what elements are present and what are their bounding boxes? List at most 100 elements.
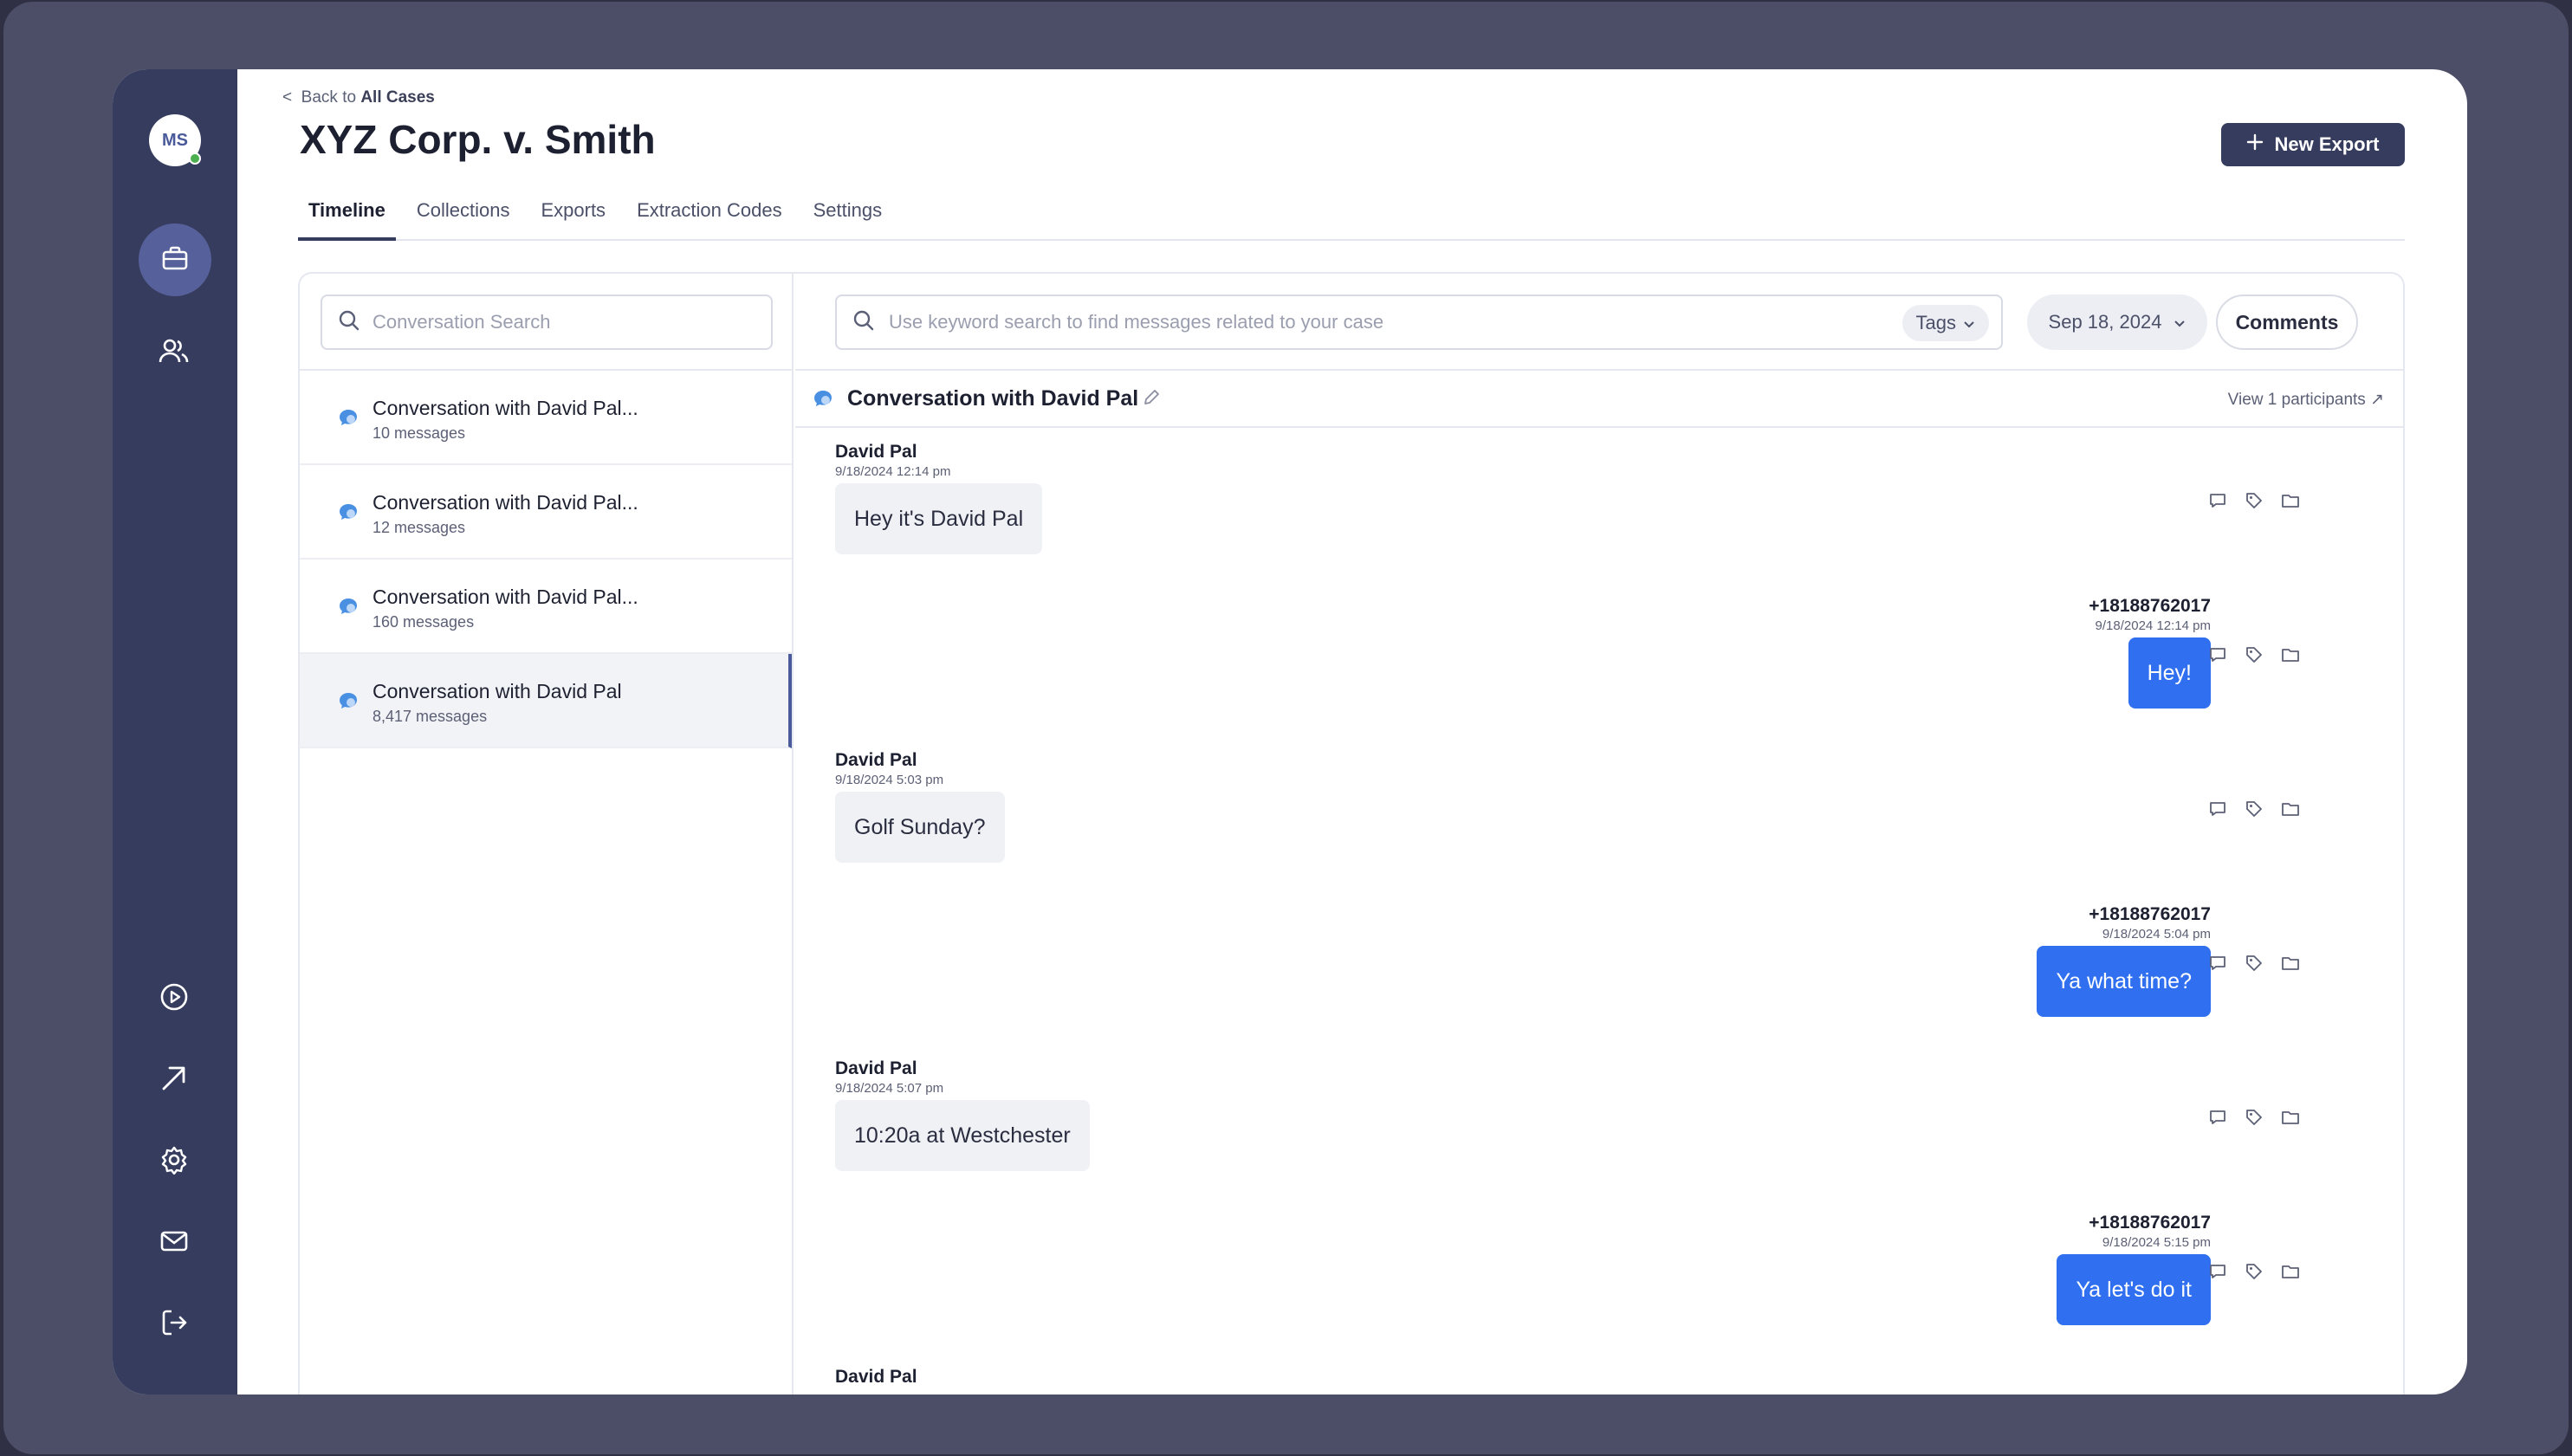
comment-icon[interactable]	[2207, 1107, 2228, 1128]
message-bubble-incoming: 10:20a at Westchester	[835, 1100, 1090, 1171]
conversation-title: Conversation with David Pal...	[373, 397, 638, 419]
folder-icon[interactable]	[2280, 490, 2301, 511]
date-filter-label: Sep 18, 2024	[2048, 311, 2162, 333]
tag-icon[interactable]	[2244, 644, 2264, 665]
back-link[interactable]: < Back to All Cases	[282, 88, 435, 107]
message-time: 9/18/2024 5:04 pm	[2102, 927, 2211, 942]
conversation-count: 12 messages	[373, 519, 466, 536]
folder-icon[interactable]	[2280, 953, 2301, 974]
logout-icon	[159, 1308, 189, 1342]
tab-timeline[interactable]: Timeline	[298, 184, 396, 241]
keyword-search[interactable]: Tags	[835, 294, 2003, 350]
tab-extraction-codes[interactable]: Extraction Codes	[626, 184, 793, 241]
message-actions	[2207, 1261, 2301, 1282]
message-sender: +18188762017	[2089, 904, 2211, 924]
conversation-header-title: Conversation with David Pal	[847, 386, 1139, 411]
comment-icon[interactable]	[2207, 490, 2228, 511]
new-export-button[interactable]: New Export	[2221, 123, 2405, 166]
tag-icon[interactable]	[2244, 1261, 2264, 1282]
app-window: MS < Back to All Cases XYZ Corp. v. Smit…	[113, 69, 2467, 1395]
arrow-up-right-icon	[159, 1064, 189, 1097]
sidebar-item-exports[interactable]	[154, 1060, 194, 1100]
message-actions	[2207, 1107, 2301, 1128]
conversation-item[interactable]: Conversation with David Pal... 160 messa…	[300, 560, 792, 654]
messages-pane: Tags Sep 18, 2024 Comments Conversation …	[795, 274, 2403, 1395]
folder-icon[interactable]	[2280, 799, 2301, 819]
comment-icon[interactable]	[2207, 1261, 2228, 1282]
back-link-prefix: Back to	[301, 88, 357, 107]
view-participants-link[interactable]: View 1 participants ↗	[2228, 390, 2384, 410]
comment-icon[interactable]	[2207, 953, 2228, 974]
pencil-icon[interactable]	[1142, 388, 1163, 409]
message-sender: +18188762017	[2089, 1213, 2211, 1233]
conversation-count: 10 messages	[373, 424, 466, 442]
folder-icon[interactable]	[2280, 1107, 2301, 1128]
sidebar-item-play[interactable]	[154, 979, 194, 1019]
message-bubble-outgoing: Hey!	[2128, 637, 2211, 709]
briefcase-icon	[161, 245, 189, 275]
chevron-left-icon: <	[282, 88, 293, 107]
sidebar: MS	[113, 69, 237, 1395]
comment-icon[interactable]	[2207, 644, 2228, 665]
message-actions	[2207, 953, 2301, 974]
plus-icon	[2246, 133, 2264, 156]
users-icon	[159, 337, 190, 369]
comment-icon[interactable]	[2207, 799, 2228, 819]
new-export-label: New Export	[2274, 133, 2380, 155]
message-time: 9/18/2024 5:03 pm	[835, 773, 944, 787]
tab-collections[interactable]: Collections	[406, 184, 521, 241]
conversation-title: Conversation with David Pal	[373, 680, 622, 702]
search-icon	[338, 309, 360, 336]
conversation-title: Conversation with David Pal...	[373, 491, 638, 514]
gear-icon	[159, 1145, 189, 1179]
tab-exports[interactable]: Exports	[530, 184, 616, 241]
mail-icon	[159, 1228, 189, 1259]
tab-bar: Timeline Collections Exports Extraction …	[298, 184, 2405, 241]
message-time: 9/18/2024 5:07 pm	[835, 1081, 944, 1096]
chat-bubble-icon	[338, 596, 359, 617]
tags-dropdown[interactable]: Tags	[1901, 305, 1989, 341]
conversation-search[interactable]	[321, 294, 773, 350]
message-bubble-incoming: Golf Sunday?	[835, 792, 1005, 863]
message-sender: David Pal	[835, 750, 917, 770]
chevron-down-icon	[1963, 312, 1975, 334]
sidebar-item-logout[interactable]	[154, 1304, 194, 1344]
sidebar-item-cases[interactable]	[139, 223, 211, 296]
conversation-title: Conversation with David Pal...	[373, 586, 638, 608]
sidebar-item-users[interactable]	[154, 333, 194, 372]
avatar-initials: MS	[162, 130, 188, 150]
tag-icon[interactable]	[2244, 1107, 2264, 1128]
conversation-item[interactable]: Conversation with David Pal... 10 messag…	[300, 371, 792, 465]
search-icon	[852, 309, 875, 336]
folder-icon[interactable]	[2280, 1261, 2301, 1282]
sidebar-item-mail[interactable]	[154, 1223, 194, 1263]
conversation-item-selected[interactable]: Conversation with David Pal 8,417 messag…	[300, 654, 792, 748]
keyword-search-input[interactable]	[889, 311, 1885, 333]
message-sender: David Pal	[835, 442, 917, 462]
message-sender: +18188762017	[2089, 596, 2211, 616]
message-sender: David Pal	[835, 1058, 917, 1078]
conversation-count: 8,417 messages	[373, 708, 488, 725]
avatar[interactable]: MS	[149, 114, 201, 166]
conversation-header: Conversation with David Pal View 1 parti…	[795, 369, 2403, 428]
tags-label: Tags	[1915, 312, 1956, 333]
tag-icon[interactable]	[2244, 490, 2264, 511]
conversation-pane: Conversation with David Pal... 10 messag…	[300, 274, 794, 1395]
tag-icon[interactable]	[2244, 953, 2264, 974]
message-time: 9/18/2024 12:14 pm	[2095, 618, 2211, 633]
page-title: XYZ Corp. v. Smith	[300, 117, 656, 162]
sidebar-item-settings[interactable]	[154, 1142, 194, 1181]
message-time: 9/18/2024 12:14 pm	[835, 464, 951, 479]
message-actions	[2207, 799, 2301, 819]
conversation-list: Conversation with David Pal... 10 messag…	[300, 369, 792, 748]
comments-button[interactable]: Comments	[2216, 294, 2358, 350]
tag-icon[interactable]	[2244, 799, 2264, 819]
message-bubble-outgoing: Ya what time?	[2037, 946, 2211, 1017]
main-content: < Back to All Cases XYZ Corp. v. Smith N…	[237, 69, 2467, 1395]
conversation-item[interactable]: Conversation with David Pal... 12 messag…	[300, 465, 792, 560]
date-filter-dropdown[interactable]: Sep 18, 2024	[2027, 294, 2207, 350]
conversation-search-input[interactable]	[373, 311, 754, 333]
device-frame: MS < Back to All Cases XYZ Corp. v. Smit…	[3, 2, 2569, 1454]
folder-icon[interactable]	[2280, 644, 2301, 665]
tab-settings[interactable]: Settings	[803, 184, 893, 241]
